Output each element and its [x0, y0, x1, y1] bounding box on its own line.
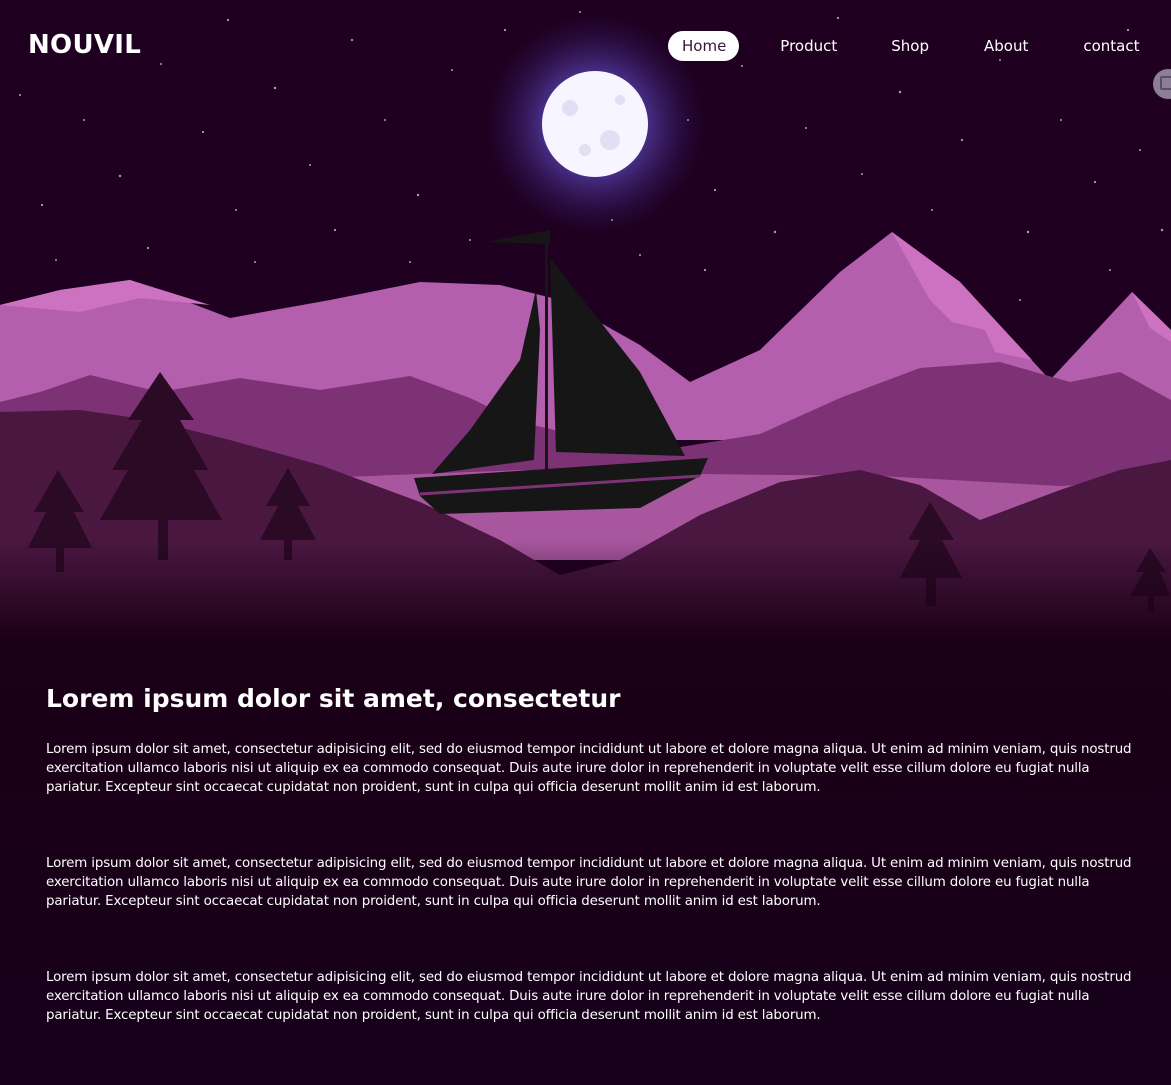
- nav-home[interactable]: Home: [668, 31, 740, 61]
- nav-about[interactable]: About: [984, 31, 1028, 61]
- brand-logo[interactable]: NOUVIL: [28, 30, 141, 60]
- top-navbar: NOUVIL Home Product Shop About contact: [0, 0, 1171, 94]
- paragraph-1: Lorem ipsum dolor sit amet, consectetur …: [46, 742, 1132, 795]
- main-nav: Home Product Shop About contact: [668, 31, 1139, 61]
- paragraph-3: Lorem ipsum dolor sit amet, consectetur …: [46, 970, 1132, 1023]
- main-content: Lorem ipsum dolor sit amet, consectetur …: [46, 680, 1136, 1082]
- hero-banner: [0, 0, 1171, 640]
- nav-contact[interactable]: contact: [1083, 31, 1139, 61]
- night-landscape-illustration: [0, 0, 1171, 640]
- paragraph-2: Lorem ipsum dolor sit amet, consectetur …: [46, 856, 1132, 909]
- hero-fade: [0, 540, 1171, 640]
- main-heading: Lorem ipsum dolor sit amet, consectetur: [46, 684, 621, 713]
- page: NOUVIL Home Product Shop About contact L…: [0, 0, 1171, 1085]
- nav-product[interactable]: Product: [780, 31, 837, 61]
- nav-shop[interactable]: Shop: [891, 31, 929, 61]
